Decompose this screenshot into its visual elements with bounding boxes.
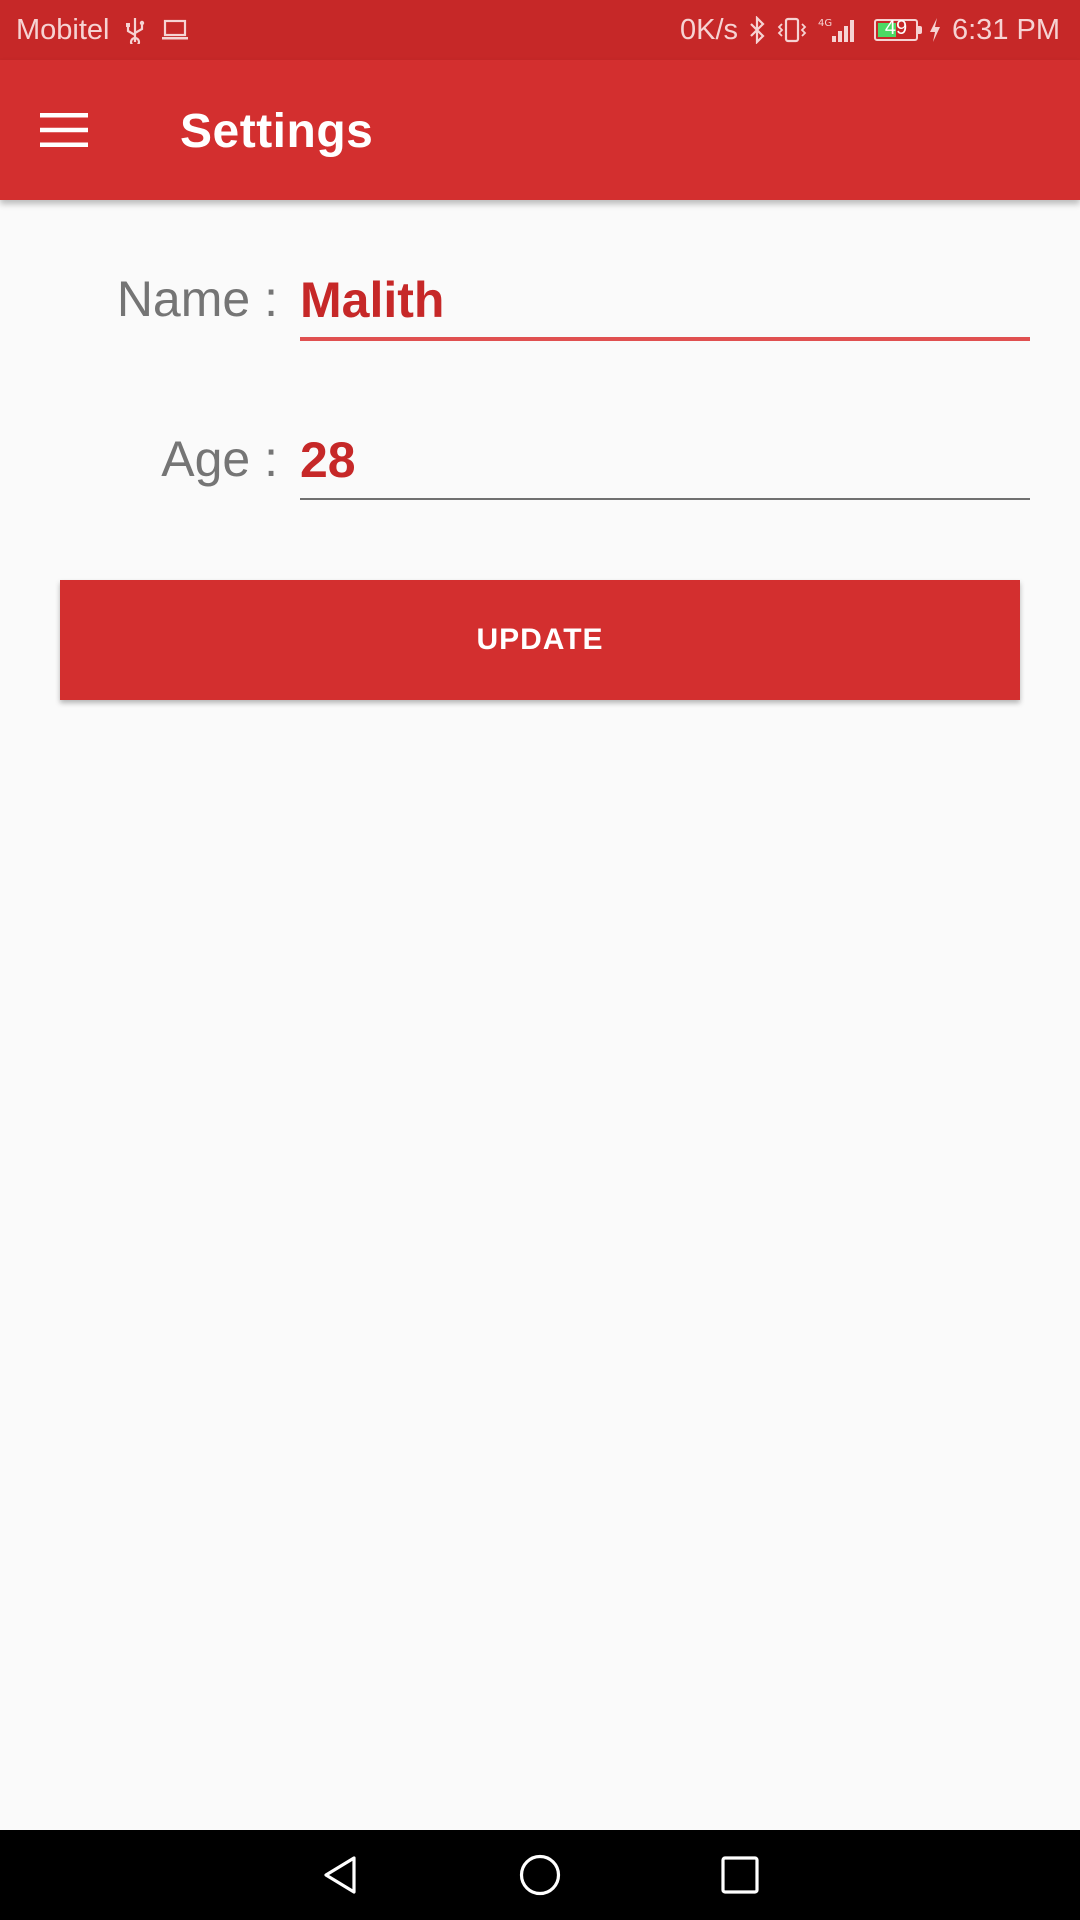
signal-icon: 4G [818,16,858,44]
status-left: Mobitel [16,14,190,47]
battery-icon: 49 [874,17,922,41]
status-right: 0K/s 4G 49 6:31 PM [680,14,1060,47]
navigation-bar [0,1830,1080,1920]
home-icon [519,1854,561,1896]
status-bar: Mobitel 0K/s 4G 49 6:31 PM [0,0,1080,60]
hamburger-menu-icon [40,113,88,147]
age-input[interactable] [300,420,1030,500]
name-input-underline [300,337,1030,341]
vibrate-icon [776,16,808,44]
charging-icon [928,17,942,43]
usb-icon [124,16,146,44]
age-row: Age : [0,410,1080,520]
name-row: Name : [0,250,1080,360]
bluetooth-icon [748,16,766,44]
name-label: Name : [116,271,278,327]
app-bar: Settings [0,60,1080,200]
menu-button[interactable] [22,88,106,172]
age-input-underline [300,498,1030,500]
page-title: Settings [180,105,374,158]
settings-screen: Mobitel 0K/s 4G 49 6:31 PM Settings Name… [0,0,1080,1920]
back-icon [324,1856,356,1894]
home-button[interactable] [510,1845,570,1905]
status-time: 6:31 PM [952,13,1060,46]
carrier-name: Mobitel [16,13,110,46]
recent-apps-icon [721,1856,759,1894]
age-label: Age : [161,431,278,487]
update-button[interactable]: UPDATE [60,580,1020,700]
network-type-text: 4G [818,18,832,29]
laptop-icon [160,18,190,42]
recent-apps-button[interactable] [710,1845,770,1905]
network-speed: 0K/s [679,13,738,46]
name-input[interactable] [300,260,1030,340]
back-button[interactable] [310,1845,370,1905]
battery-level-text: 49 [884,17,908,39]
